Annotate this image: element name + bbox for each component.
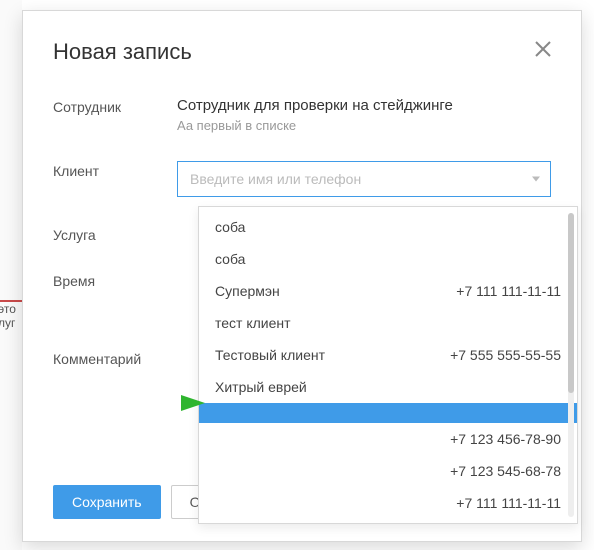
dropdown-item-phone: +7 111 111-11-11 xyxy=(456,283,561,299)
new-entry-modal: Новая запись Сотрудник Сотрудник для про… xyxy=(22,10,582,542)
dropdown-item-name: соба xyxy=(215,219,245,235)
comment-label: Комментарий xyxy=(53,349,177,367)
client-label: Клиент xyxy=(53,161,177,197)
dropdown-item-phone: +7 111 111-11-11 xyxy=(456,495,561,511)
modal-title: Новая запись xyxy=(53,39,551,65)
employee-subvalue: Аа первый в списке xyxy=(177,118,551,133)
bg-text-1: это xyxy=(0,302,16,316)
dropdown-item[interactable]: соба xyxy=(199,211,577,243)
annotation-arrow-icon xyxy=(81,393,207,413)
client-row: Клиент xyxy=(53,161,551,197)
save-button[interactable]: Сохранить xyxy=(53,485,161,519)
dropdown-item[interactable]: Супермэн +7 111 111-11-11 xyxy=(199,275,577,307)
dropdown-item[interactable]: Тестовый клиент +7 555 555-55-55 xyxy=(199,339,577,371)
dropdown-item-phone: +7 555 555-55-55 xyxy=(450,347,561,363)
bg-text-2: луг xyxy=(0,316,15,330)
chevron-down-icon xyxy=(532,177,540,182)
dropdown-item-phone: +7 123 545-68-78 xyxy=(450,463,561,479)
client-dropdown: соба соба Супермэн +7 111 111-11-11 тест кли… xyxy=(198,206,578,524)
dropdown-item-name: тест клиент xyxy=(215,315,291,331)
dropdown-item[interactable]: соба xyxy=(199,243,577,275)
dropdown-item[interactable]: Хитрый еврей xyxy=(199,371,577,403)
client-combobox[interactable] xyxy=(177,161,551,197)
client-input[interactable] xyxy=(190,171,522,187)
dropdown-item[interactable]: тест клиент xyxy=(199,307,577,339)
dropdown-item[interactable]: +7 123 456-78-90 xyxy=(199,423,577,455)
dropdown-scrollbar-thumb[interactable] xyxy=(568,213,574,393)
employee-label: Сотрудник xyxy=(53,97,177,133)
dropdown-item-name: Супермэн xyxy=(215,283,280,299)
close-icon xyxy=(534,40,552,58)
employee-value: Сотрудник для проверки на стейджинге xyxy=(177,97,551,114)
dropdown-item-name: Хитрый еврей xyxy=(215,379,307,395)
service-label: Услуга xyxy=(53,225,177,243)
dropdown-item[interactable]: +7 123 545-68-78 xyxy=(199,455,577,487)
employee-row: Сотрудник Сотрудник для проверки на стей… xyxy=(53,97,551,133)
time-label: Время xyxy=(53,271,177,289)
dropdown-item-phone: +7 123 456-78-90 xyxy=(450,431,561,447)
dropdown-item-name: соба xyxy=(215,251,245,267)
dropdown-item[interactable] xyxy=(199,403,577,423)
close-button[interactable] xyxy=(531,39,555,63)
dropdown-item[interactable]: +7 111 111-11-11 xyxy=(199,487,577,519)
dropdown-item-name: Тестовый клиент xyxy=(215,347,325,363)
bg-left-strip xyxy=(0,0,22,550)
